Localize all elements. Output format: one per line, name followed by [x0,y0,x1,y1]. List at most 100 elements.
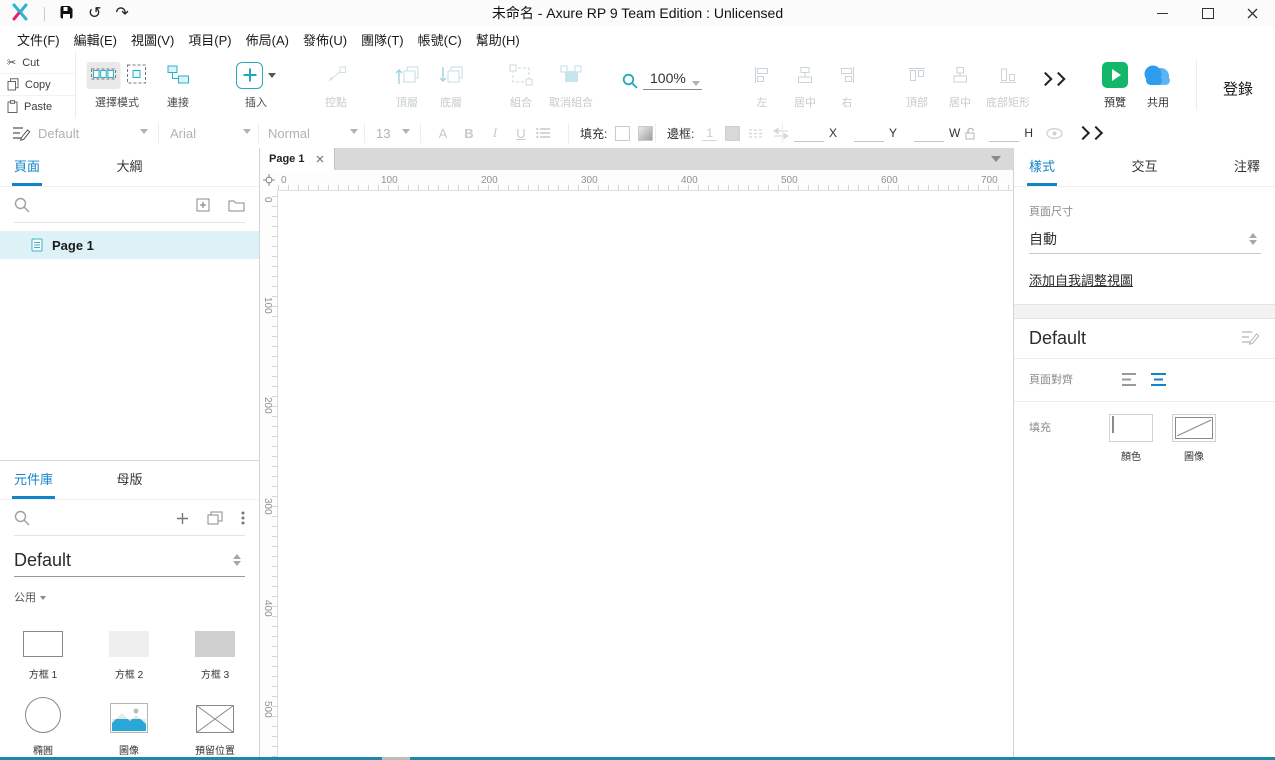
page-align-center-icon[interactable] [1149,372,1168,387]
toolbar-anchor: 控點 [324,61,348,110]
font-size-dropdown[interactable]: 13 [376,118,390,148]
scissors-icon: ✂ [7,56,16,69]
style-overflow-icon[interactable] [1078,128,1101,138]
preview-button[interactable]: 預覽 [1102,61,1128,110]
add-page-icon[interactable] [196,198,210,212]
toolbar-connect[interactable]: 連接 [166,61,190,110]
zoom-caret-icon[interactable] [692,81,700,90]
insert-plus-icon[interactable] [236,62,263,89]
font-family-value: Arial [170,126,196,141]
menu-item-file[interactable]: 文件(F) [12,30,69,49]
zoom-control[interactable]: 100% [622,70,700,90]
style-edit-icon[interactable] [12,118,31,148]
underline-button: U [510,126,532,141]
search-icon[interactable] [14,197,30,213]
tab-pages[interactable]: 頁面 [14,148,40,186]
align-right-label: 右 [842,94,853,110]
connect-label: 連接 [167,94,189,110]
menu-item-arrange[interactable]: 佈局(A) [241,30,298,49]
toolbar-overflow[interactable] [1041,74,1064,84]
close-button[interactable] [1230,0,1275,27]
tab-interactions[interactable]: 交互 [1131,148,1157,186]
font-family-caret-icon[interactable] [243,129,251,138]
library-section-header[interactable]: 公用 [14,589,259,605]
libraries-search-row [0,500,259,536]
ruler-tick-label: 100 [262,297,273,314]
y-label: Y [889,126,897,140]
align-center-icon [795,65,815,85]
tab-list-caret-icon[interactable] [991,156,1001,167]
align-left-icon [752,65,772,85]
font-weight-dropdown[interactable]: Normal [268,118,310,148]
menu-item-view[interactable]: 視圖(V) [126,30,183,49]
widget-box1[interactable]: 方框 1 [0,607,86,683]
select-intersect-icon[interactable] [87,62,121,89]
select-contain-icon[interactable] [126,63,148,88]
toolbar-insert[interactable]: 插入 [236,61,276,110]
insert-caret-icon[interactable] [268,73,276,82]
widget-label: 方框 2 [115,666,143,681]
page-size-stepper-icon[interactable] [1249,229,1261,249]
cut-button[interactable]: ✂ Cut [0,52,75,74]
menu-item-publish[interactable]: 發佈(U) [298,30,356,49]
copy-label: Copy [25,79,51,91]
canvas-tab-page1[interactable]: Page 1 [260,148,335,170]
widget-box2[interactable]: 方框 2 [86,607,172,683]
visibility-icon [1046,128,1063,139]
style-dropdown[interactable]: Default [38,118,79,148]
horizontal-ruler[interactable]: 0 100 200 300 400 500 600 700 [277,170,1013,191]
add-library-icon[interactable] [176,512,189,525]
share-button[interactable]: 共用 [1140,61,1176,110]
maximize-button[interactable] [1185,0,1230,27]
font-weight-caret-icon[interactable] [350,129,358,138]
library-select[interactable]: Default [14,544,245,577]
style-dropdown-caret-icon[interactable] [140,129,148,138]
page-tree-item[interactable]: Page 1 [0,231,259,259]
tab-masters[interactable]: 母版 [116,461,142,499]
add-adaptive-view-link[interactable]: 添加自我調整視圖 [1029,270,1133,289]
add-folder-icon[interactable] [228,199,245,212]
tab-close-icon[interactable] [316,155,324,163]
cloud-icon [1140,63,1176,87]
tab-libraries[interactable]: 元件庫 [14,461,53,499]
toolbar-align-bottom: 底部矩形 [986,61,1030,110]
copy-button[interactable]: Copy [0,74,75,96]
toolbar-select-mode[interactable]: 選擇模式 [87,61,148,110]
login-button[interactable]: 登錄 [1223,78,1253,99]
widget-box3[interactable]: 方框 3 [172,607,258,683]
fill-color-option[interactable]: 顏色 [1109,414,1153,463]
search-icon[interactable] [14,510,30,526]
ruler-origin[interactable] [260,170,278,191]
font-family-dropdown[interactable]: Arial [170,118,196,148]
menu-item-edit[interactable]: 編輯(E) [69,30,126,49]
menu-item-team[interactable]: 團隊(T) [356,30,413,49]
tab-outline[interactable]: 大綱 [116,148,142,186]
library-select-stepper-icon[interactable] [233,550,245,570]
fill-label: 填充: [580,125,607,142]
page-align-left-icon[interactable] [1121,372,1140,387]
menu-item-help[interactable]: 幫助(H) [471,30,529,49]
duplicate-icon[interactable] [207,511,223,525]
align-middle-label: 居中 [949,94,971,110]
page-size-select[interactable]: 自動 [1029,225,1261,254]
menu-item-project[interactable]: 項目(P) [183,30,240,49]
page-size-label: 頁面尺寸 [1029,203,1275,219]
vertical-ruler[interactable]: 0 100 200 300 400 500 [260,190,278,757]
paste-button[interactable]: Paste [0,96,75,117]
widget-ellipse[interactable]: 橢圓 [0,683,86,757]
widget-placeholder[interactable]: 預留位置 [172,683,258,757]
fill-image-option[interactable]: 圖像 [1172,414,1216,463]
canvas-area[interactable]: Page 1 0 100 200 300 400 500 600 700 0 1… [260,148,1013,757]
default-style-row: Default [1014,319,1275,359]
minimize-button[interactable] [1140,0,1185,27]
font-size-caret-icon[interactable] [402,129,410,138]
kebab-menu-icon[interactable] [241,511,245,525]
menu-item-account[interactable]: 帳號(C) [413,30,471,49]
toolbar-align-top: 頂部 [906,61,928,110]
edit-style-icon[interactable] [1241,329,1260,348]
tab-notes[interactable]: 注釋 [1234,148,1260,186]
section-caret-icon [40,596,46,603]
widget-image[interactable]: 圖像 [86,683,172,757]
ruler-tick-label: 500 [262,701,273,718]
tab-style[interactable]: 樣式 [1029,148,1055,186]
